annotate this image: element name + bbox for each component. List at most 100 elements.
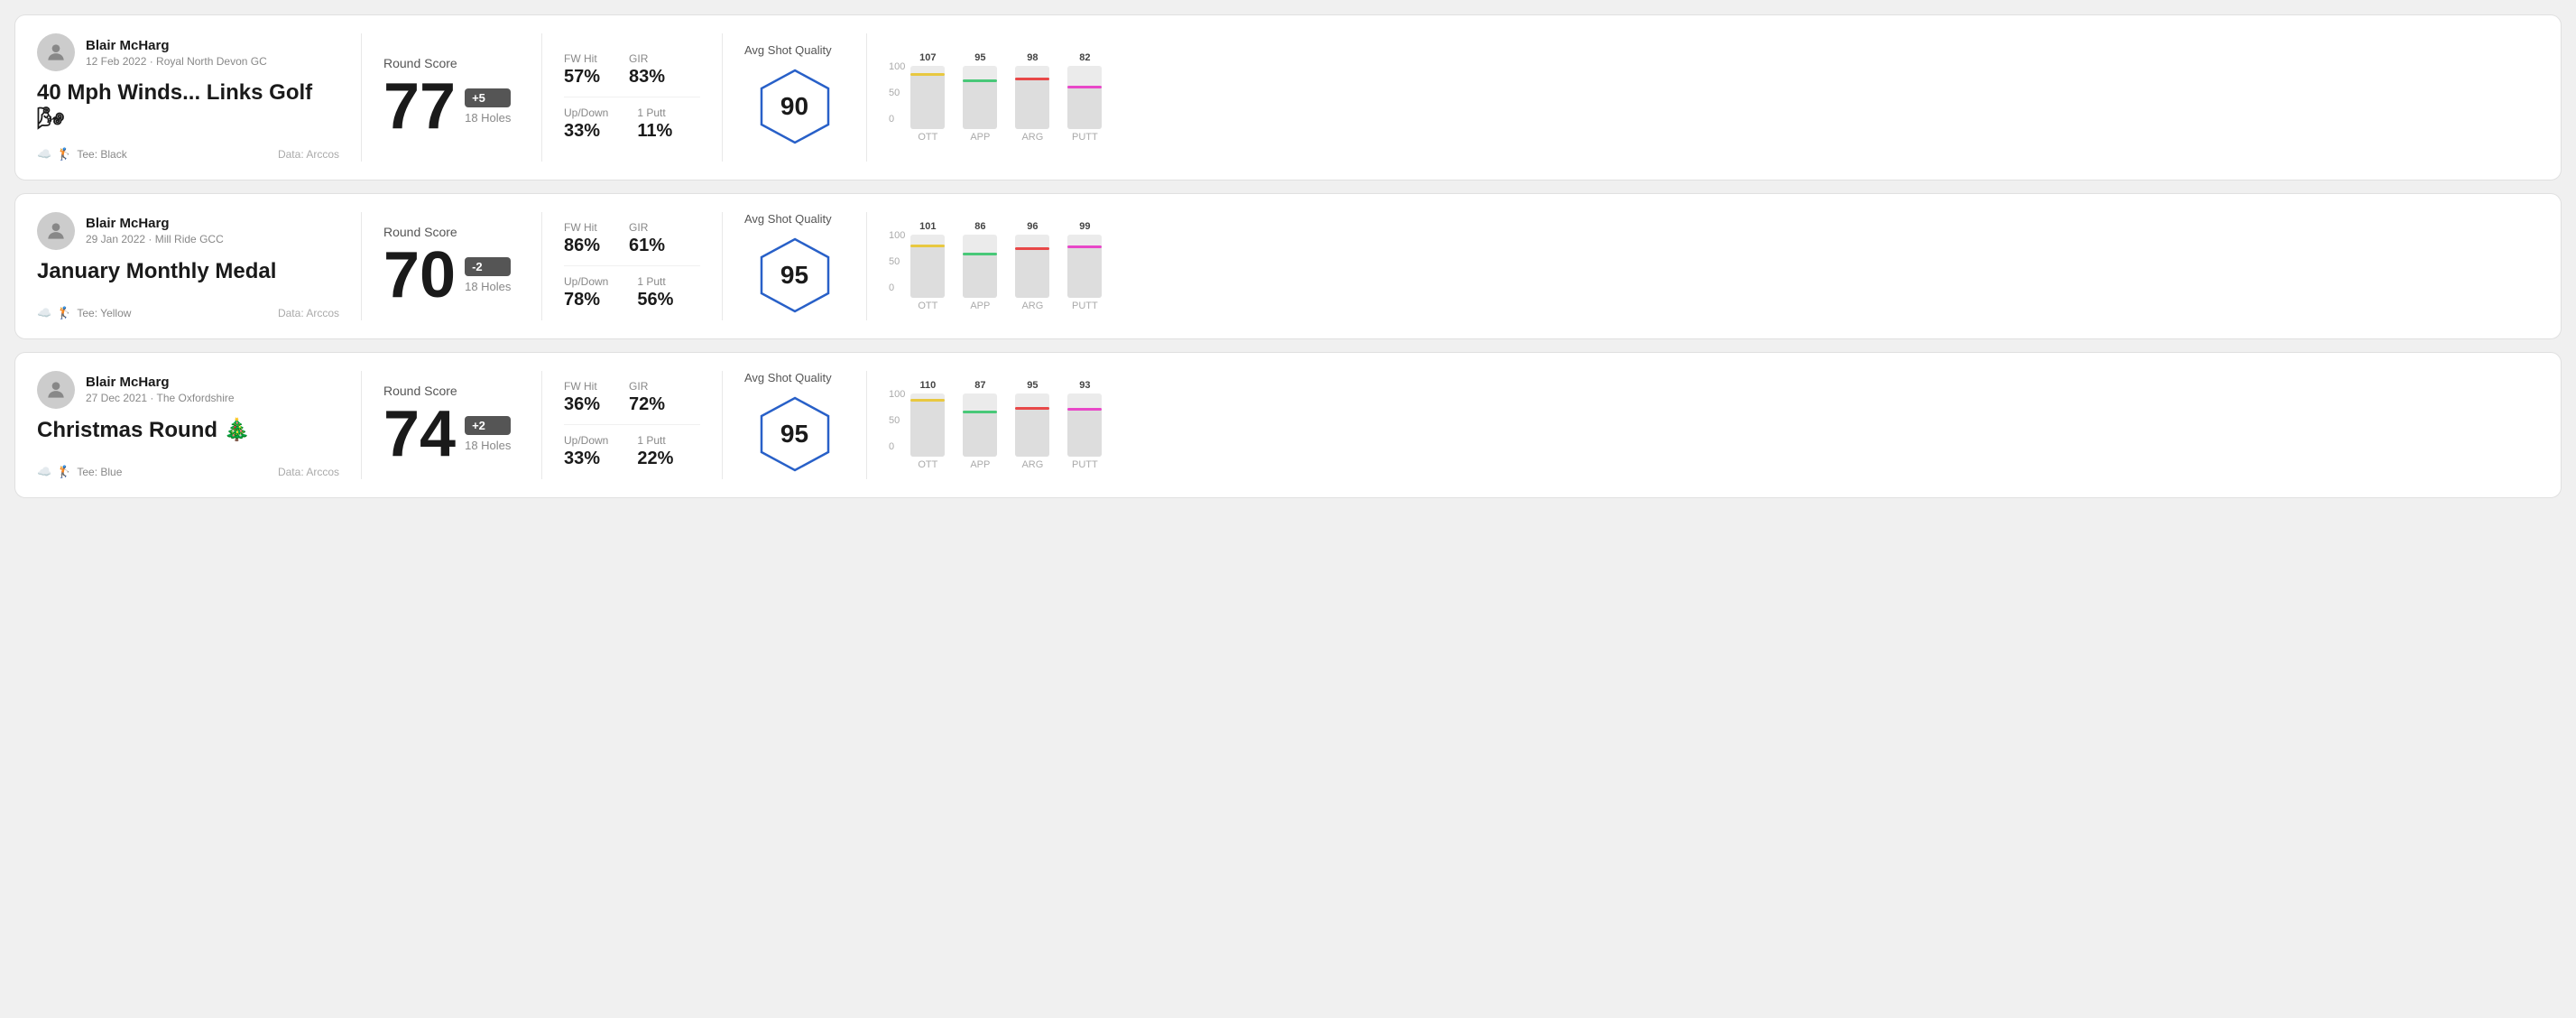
hexagon-chart: 95 (754, 235, 836, 320)
one-putt-label: 1 Putt (637, 434, 673, 447)
fw-hit-value: 36% (564, 394, 600, 415)
fw-hit-value: 86% (564, 236, 600, 256)
score-label: Round Score (383, 225, 520, 239)
data-source: Data: Arccos (278, 466, 339, 478)
one-putt-value: 11% (637, 121, 672, 142)
stat-gir: GIR 83% (629, 52, 665, 88)
score-badge: +5 (465, 88, 511, 107)
round-card: Blair McHarg 27 Dec 2021 · The Oxfordshi… (14, 352, 2562, 498)
tee-info: ☁️ 🏌 Tee: Blue (37, 465, 122, 479)
player-info: Blair McHarg 12 Feb 2022 · Royal North D… (37, 33, 339, 71)
score-badge: +2 (465, 416, 511, 435)
fw-hit-label: FW Hit (564, 52, 600, 65)
up-down-value: 33% (564, 449, 608, 469)
stat-one-putt: 1 Putt 22% (637, 434, 673, 469)
score-number: 74 (383, 402, 456, 467)
score-label: Round Score (383, 56, 520, 70)
avatar (37, 33, 75, 71)
round-title: January Monthly Medal (37, 259, 339, 285)
up-down-value: 78% (564, 290, 608, 310)
player-name: Blair McHarg (86, 375, 235, 390)
stat-gir: GIR 72% (629, 380, 665, 415)
stat-up-down: Up/Down 33% (564, 434, 608, 469)
score-badge-wrap: +2 18 Holes (465, 416, 511, 452)
stats-row-top: FW Hit 57% GIR 83% (564, 52, 700, 88)
score-badge-wrap: +5 18 Holes (465, 88, 511, 125)
card-chart: 100500107OTT95APP98ARG82PUTT (867, 33, 2539, 162)
stat-one-putt: 1 Putt 11% (637, 106, 672, 142)
data-source: Data: Arccos (278, 307, 339, 319)
quality-label: Avg Shot Quality (744, 212, 832, 226)
player-info: Blair McHarg 27 Dec 2021 · The Oxfordshi… (37, 371, 339, 409)
quality-label: Avg Shot Quality (744, 43, 832, 57)
card-score: Round Score 70 -2 18 Holes (362, 212, 542, 320)
stats-row-bottom: Up/Down 33% 1 Putt 22% (564, 434, 700, 469)
tee-info: ☁️ 🏌 Tee: Black (37, 147, 127, 162)
stats-row-bottom: Up/Down 78% 1 Putt 56% (564, 275, 700, 310)
stat-fw-hit: FW Hit 57% (564, 52, 600, 88)
card-left: Blair McHarg 12 Feb 2022 · Royal North D… (37, 33, 362, 162)
hexagon-chart: 90 (754, 66, 836, 152)
stats-row-bottom: Up/Down 33% 1 Putt 11% (564, 106, 700, 142)
gir-value: 83% (629, 67, 665, 88)
fw-hit-label: FW Hit (564, 221, 600, 234)
stat-one-putt: 1 Putt 56% (637, 275, 673, 310)
rounds-list: Blair McHarg 12 Feb 2022 · Royal North D… (14, 14, 2562, 498)
score-holes: 18 Holes (465, 111, 511, 125)
bag-icon: 🏌 (57, 465, 71, 479)
up-down-label: Up/Down (564, 106, 608, 119)
card-stats: FW Hit 86% GIR 61% Up/Down 78% 1 Putt 56… (542, 212, 723, 320)
bag-icon: 🏌 (57, 147, 71, 162)
card-chart: 100500110OTT87APP95ARG93PUTT (867, 371, 2539, 479)
score-badge: -2 (465, 257, 511, 276)
card-stats: FW Hit 57% GIR 83% Up/Down 33% 1 Putt 11… (542, 33, 723, 162)
card-quality: Avg Shot Quality 95 (723, 371, 867, 479)
stat-up-down: Up/Down 33% (564, 106, 608, 142)
quality-label: Avg Shot Quality (744, 371, 832, 384)
card-footer: ☁️ 🏌 Tee: Yellow Data: Arccos (37, 306, 339, 320)
one-putt-label: 1 Putt (637, 106, 672, 119)
stat-up-down: Up/Down 78% (564, 275, 608, 310)
weather-icon: ☁️ (37, 147, 51, 162)
score-main: 70 -2 18 Holes (383, 243, 520, 308)
score-holes: 18 Holes (465, 439, 511, 452)
one-putt-value: 22% (637, 449, 673, 469)
weather-icon: ☁️ (37, 306, 51, 320)
round-title: 40 Mph Winds... Links Golf 🌬 (37, 80, 339, 133)
bag-icon: 🏌 (57, 306, 71, 320)
player-info: Blair McHarg 29 Jan 2022 · Mill Ride GCC (37, 212, 339, 250)
up-down-value: 33% (564, 121, 608, 142)
player-name: Blair McHarg (86, 216, 224, 231)
gir-value: 72% (629, 394, 665, 415)
round-card: Blair McHarg 29 Jan 2022 · Mill Ride GCC… (14, 193, 2562, 339)
score-main: 77 +5 18 Holes (383, 74, 520, 139)
stat-fw-hit: FW Hit 36% (564, 380, 600, 415)
score-holes: 18 Holes (465, 280, 511, 293)
stat-gir: GIR 61% (629, 221, 665, 256)
gir-value: 61% (629, 236, 665, 256)
score-label: Round Score (383, 384, 520, 398)
stats-row-top: FW Hit 86% GIR 61% (564, 221, 700, 256)
player-date-course: 29 Jan 2022 · Mill Ride GCC (86, 233, 224, 245)
stat-fw-hit: FW Hit 86% (564, 221, 600, 256)
score-number: 77 (383, 74, 456, 139)
card-left: Blair McHarg 29 Jan 2022 · Mill Ride GCC… (37, 212, 362, 320)
fw-hit-label: FW Hit (564, 380, 600, 393)
gir-label: GIR (629, 380, 665, 393)
card-score: Round Score 77 +5 18 Holes (362, 33, 542, 162)
fw-hit-value: 57% (564, 67, 600, 88)
player-date-course: 27 Dec 2021 · The Oxfordshire (86, 392, 235, 404)
up-down-label: Up/Down (564, 434, 608, 447)
tee-label: Tee: Yellow (77, 307, 131, 319)
card-stats: FW Hit 36% GIR 72% Up/Down 33% 1 Putt 22… (542, 371, 723, 479)
card-chart: 100500101OTT86APP96ARG99PUTT (867, 212, 2539, 320)
round-title: Christmas Round 🎄 (37, 418, 339, 444)
round-card: Blair McHarg 12 Feb 2022 · Royal North D… (14, 14, 2562, 180)
up-down-label: Up/Down (564, 275, 608, 288)
card-score: Round Score 74 +2 18 Holes (362, 371, 542, 479)
avatar (37, 371, 75, 409)
card-footer: ☁️ 🏌 Tee: Blue Data: Arccos (37, 465, 339, 479)
avatar (37, 212, 75, 250)
stats-row-top: FW Hit 36% GIR 72% (564, 380, 700, 415)
player-name: Blair McHarg (86, 38, 267, 53)
